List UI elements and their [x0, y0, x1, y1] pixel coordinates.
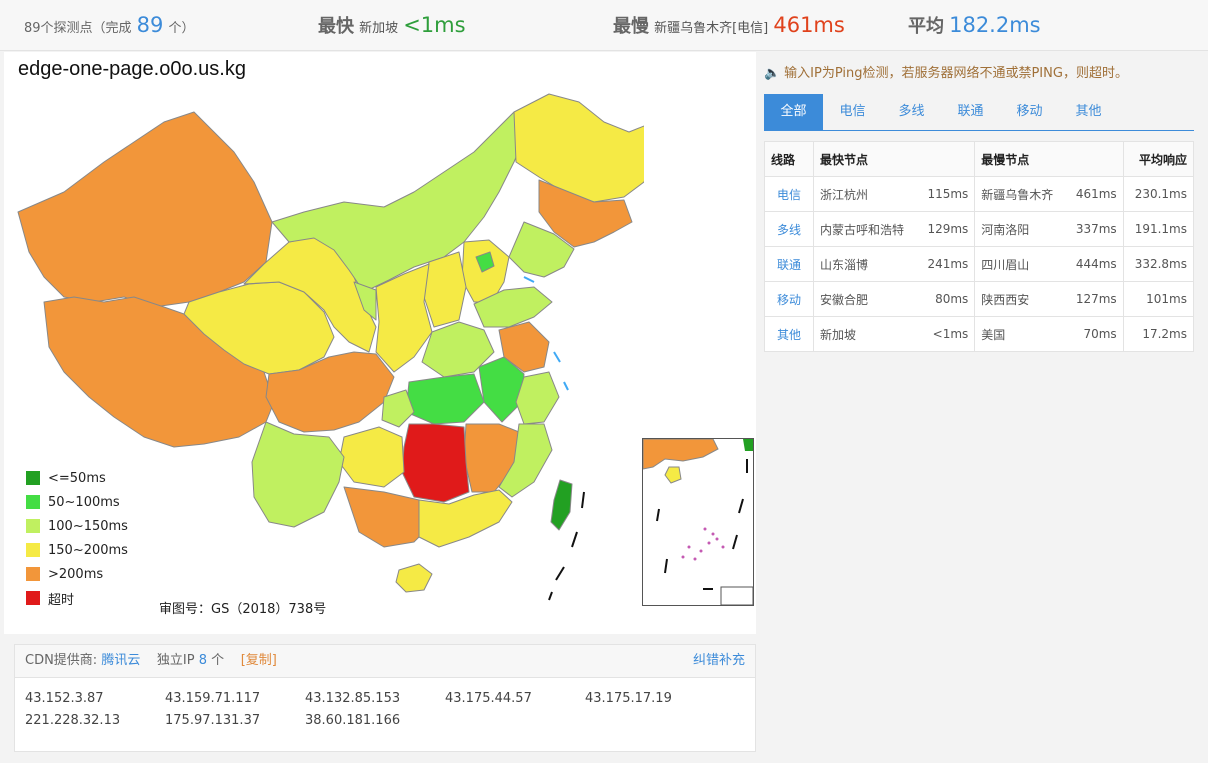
average-summary: 平均 182.2ms — [908, 13, 1041, 37]
probe-count: 89个探测点（完成 89 个） — [24, 13, 195, 37]
table-header-row: 线路 最快节点 最慢节点 平均响应 — [764, 141, 1195, 177]
average-ms: 101ms — [1122, 281, 1195, 317]
slowest-node: 陕西西安 — [974, 281, 1066, 317]
legend-swatch — [26, 543, 40, 557]
region-guizhou — [338, 426, 405, 488]
ip-address: 221.228.32.13 — [25, 713, 121, 728]
fastest-node: 新加坡 — [813, 316, 918, 352]
tab-multiline[interactable]: 多线 — [882, 94, 941, 130]
tab-all[interactable]: 全部 — [764, 94, 823, 130]
legend-item: <=50ms — [26, 466, 128, 490]
ip-address: 43.152.3.87 — [25, 691, 104, 706]
fastest-summary: 最快 新加坡 <1ms — [318, 13, 466, 37]
latency-legend: <=50ms 50~100ms 100~150ms 150~200ms >200… — [26, 466, 128, 610]
region-hainan — [395, 563, 433, 593]
region-yunnan — [251, 421, 345, 528]
fastest-node: 内蒙古呼和浩特 — [813, 211, 918, 247]
fastest-node: 浙江杭州 — [813, 176, 918, 212]
slowest-summary: 最慢 新疆乌鲁木齐[电信] 461ms — [613, 13, 845, 37]
cdn-panel: CDN提供商: 腾讯云 独立IP 8 个 [复制] 纠错补充 43.152.3.… — [14, 644, 756, 752]
copy-ips-button[interactable]: [复制] — [241, 653, 277, 668]
average-ms: 230.1ms — [1122, 176, 1195, 212]
ip-address: 43.175.17.19 — [585, 691, 672, 706]
line-link[interactable]: 其他 — [764, 316, 814, 352]
fastest-node: 安徽合肥 — [813, 281, 918, 317]
slowest-node: 河南洛阳 — [974, 211, 1066, 247]
report-correction-link[interactable]: 纠错补充 — [693, 645, 745, 677]
slowest-node: 新疆乌鲁木齐 — [974, 176, 1066, 212]
slowest-ms: 461ms — [1065, 176, 1124, 212]
col-slowest: 最慢节点 — [974, 141, 1124, 177]
tab-other[interactable]: 其他 — [1059, 94, 1118, 130]
line-link[interactable]: 电信 — [764, 176, 814, 212]
cdn-provider-link[interactable]: 腾讯云 — [101, 653, 140, 668]
legend-item: 150~200ms — [26, 538, 128, 562]
slowest-ms: 444ms — [1065, 246, 1124, 282]
slowest-ms: 337ms — [1065, 211, 1124, 247]
fastest-ms: 241ms — [917, 246, 976, 282]
legend-item: 超时 — [26, 586, 128, 610]
slowest-ms: 70ms — [1065, 316, 1124, 352]
region-hunan — [401, 423, 470, 503]
inset-map — [643, 439, 753, 605]
col-fastest: 最快节点 — [812, 141, 976, 177]
fastest-ms: 129ms — [917, 211, 976, 247]
table-row: 联通 山东淄博 241ms 四川眉山 444ms 332.8ms — [764, 246, 1195, 282]
cdn-header: CDN提供商: 腾讯云 独立IP 8 个 [复制] 纠错补充 — [15, 645, 755, 678]
ip-address: 43.159.71.117 — [165, 691, 261, 706]
table-row: 多线 内蒙古呼和浩特 129ms 河南洛阳 337ms 191.1ms — [764, 211, 1195, 247]
isp-tabs: 全部 电信 多线 联通 移动 其他 — [764, 94, 1194, 131]
table-row: 电信 浙江杭州 115ms 新疆乌鲁木齐 461ms 230.1ms — [764, 176, 1195, 212]
region-xinjiang — [17, 111, 273, 308]
region-taiwan — [550, 479, 573, 531]
south-china-sea-inset — [642, 438, 754, 606]
fastest-ms: <1ms — [917, 316, 976, 352]
ping-map-panel: edge-one-page.o0o.us.kg <=50ms 50~100ms … — [4, 52, 756, 634]
col-line: 线路 — [764, 141, 814, 177]
ip-address: 175.97.131.37 — [165, 713, 261, 728]
legend-item: 50~100ms — [26, 490, 128, 514]
slowest-node: 美国 — [974, 316, 1066, 352]
legend-item: 100~150ms — [26, 514, 128, 538]
slowest-ms: 127ms — [1065, 281, 1124, 317]
average-ms: 191.1ms — [1122, 211, 1195, 247]
legend-item: >200ms — [26, 562, 128, 586]
fastest-node: 山东淄博 — [813, 246, 918, 282]
legend-swatch — [26, 495, 40, 509]
tab-telecom[interactable]: 电信 — [823, 94, 882, 130]
notice: 🔈 输入IP为Ping检测，若服务器网络不通或禁PING，则超时。 — [764, 56, 1194, 92]
ip-address: 43.175.44.57 — [445, 691, 532, 706]
legend-swatch — [26, 567, 40, 581]
tab-mobile[interactable]: 移动 — [1000, 94, 1059, 130]
fastest-ms: 115ms — [917, 176, 976, 212]
region-shanxi — [423, 251, 467, 328]
slowest-node: 四川眉山 — [974, 246, 1066, 282]
summary-bar: 89个探测点（完成 89 个） 最快 新加坡 <1ms 最慢 新疆乌鲁木齐[电信… — [0, 0, 1208, 51]
legend-swatch — [26, 471, 40, 485]
region-heilongjiang — [513, 93, 644, 203]
col-average: 平均响应 — [1122, 141, 1195, 177]
isp-table: 线路 最快节点 最慢节点 平均响应 电信 浙江杭州 115ms 新疆乌鲁木齐 4… — [764, 141, 1195, 352]
line-link[interactable]: 移动 — [764, 281, 814, 317]
region-hubei — [405, 373, 485, 425]
legend-swatch — [26, 519, 40, 533]
ip-address: 43.132.85.153 — [305, 691, 401, 706]
average-ms: 17.2ms — [1122, 316, 1195, 352]
tab-unicom[interactable]: 联通 — [941, 94, 1000, 130]
fastest-ms: 80ms — [917, 281, 976, 317]
isp-summary-panel: 🔈 输入IP为Ping检测，若服务器网络不通或禁PING，则超时。 全部 电信 … — [764, 56, 1195, 352]
speaker-icon: 🔈 — [764, 66, 781, 81]
legend-swatch — [26, 591, 40, 605]
map-approval-number: 审图号：GS（2018）738号 — [159, 602, 327, 617]
line-link[interactable]: 多线 — [764, 211, 814, 247]
average-ms: 332.8ms — [1122, 246, 1195, 282]
table-row: 其他 新加坡 <1ms 美国 70ms 17.2ms — [764, 316, 1195, 352]
ip-address: 38.60.181.166 — [305, 713, 401, 728]
table-row: 移动 安徽合肥 80ms 陕西西安 127ms 101ms — [764, 281, 1195, 317]
line-link[interactable]: 联通 — [764, 246, 814, 282]
